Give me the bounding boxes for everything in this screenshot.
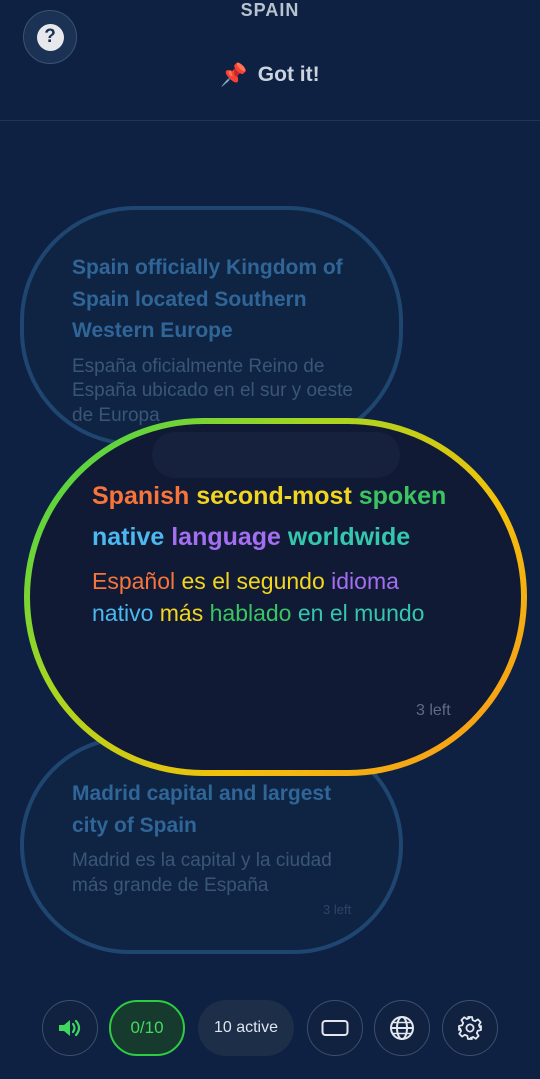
word: spoken bbox=[358, 482, 447, 510]
got-it-button[interactable]: 📌 Got it! bbox=[0, 62, 540, 88]
word: mundo bbox=[354, 599, 425, 626]
word: en el bbox=[297, 599, 348, 626]
word: native bbox=[92, 523, 165, 551]
remaining-count: 3 left bbox=[323, 902, 352, 917]
card-header-pill bbox=[152, 432, 400, 478]
word: nativo bbox=[92, 599, 154, 626]
progress-counter[interactable]: 0/10 bbox=[109, 1000, 185, 1056]
word: Spanish bbox=[92, 482, 190, 510]
spanish-phrase: Español es el segundo idioma nativo más … bbox=[92, 566, 462, 629]
english-phrase: Madrid capital and largest city of Spain bbox=[72, 782, 332, 837]
pushpin-icon: 📌 bbox=[220, 62, 248, 87]
got-it-label: Got it! bbox=[257, 63, 320, 86]
word: Español bbox=[92, 568, 176, 594]
english-phrase: Spanish second-most spoken native langua… bbox=[92, 476, 462, 558]
phrase-card-active[interactable]: Spanish second-most spoken native langua… bbox=[24, 418, 527, 776]
word: segundo bbox=[236, 568, 325, 594]
header: ? SPAIN 📌 Got it! bbox=[0, 0, 540, 121]
card-mode-button[interactable] bbox=[307, 1000, 363, 1056]
phrase-card-1[interactable]: Spain officially Kingdom of Spain locate… bbox=[20, 206, 403, 446]
card-icon bbox=[321, 1020, 349, 1036]
spanish-phrase: España oficialmente Reino de España ubic… bbox=[72, 355, 353, 426]
english-phrase: Spain officially Kingdom of Spain locate… bbox=[72, 256, 343, 342]
settings-button[interactable] bbox=[442, 1000, 498, 1056]
word: idioma bbox=[331, 568, 399, 594]
globe-icon bbox=[390, 1016, 414, 1040]
volume-button[interactable] bbox=[42, 1000, 98, 1056]
word: worldwide bbox=[287, 523, 411, 551]
page-title: SPAIN bbox=[240, 0, 300, 20]
word: hablado bbox=[209, 599, 292, 626]
active-count-button[interactable]: 10 active bbox=[198, 1000, 294, 1056]
word: second-most bbox=[196, 482, 352, 510]
volume-icon bbox=[59, 1019, 81, 1037]
bottom-toolbar: 0/10 10 active bbox=[0, 1000, 540, 1056]
word: es el bbox=[181, 568, 231, 594]
spanish-phrase: Madrid es la capital y la ciudad más gra… bbox=[72, 850, 332, 896]
question-icon: ? bbox=[36, 23, 64, 51]
language-button[interactable] bbox=[374, 1000, 430, 1056]
gear-icon bbox=[458, 1016, 482, 1040]
remaining-count: 3 left bbox=[416, 702, 451, 719]
word: language bbox=[171, 523, 281, 551]
word: más bbox=[159, 599, 204, 626]
